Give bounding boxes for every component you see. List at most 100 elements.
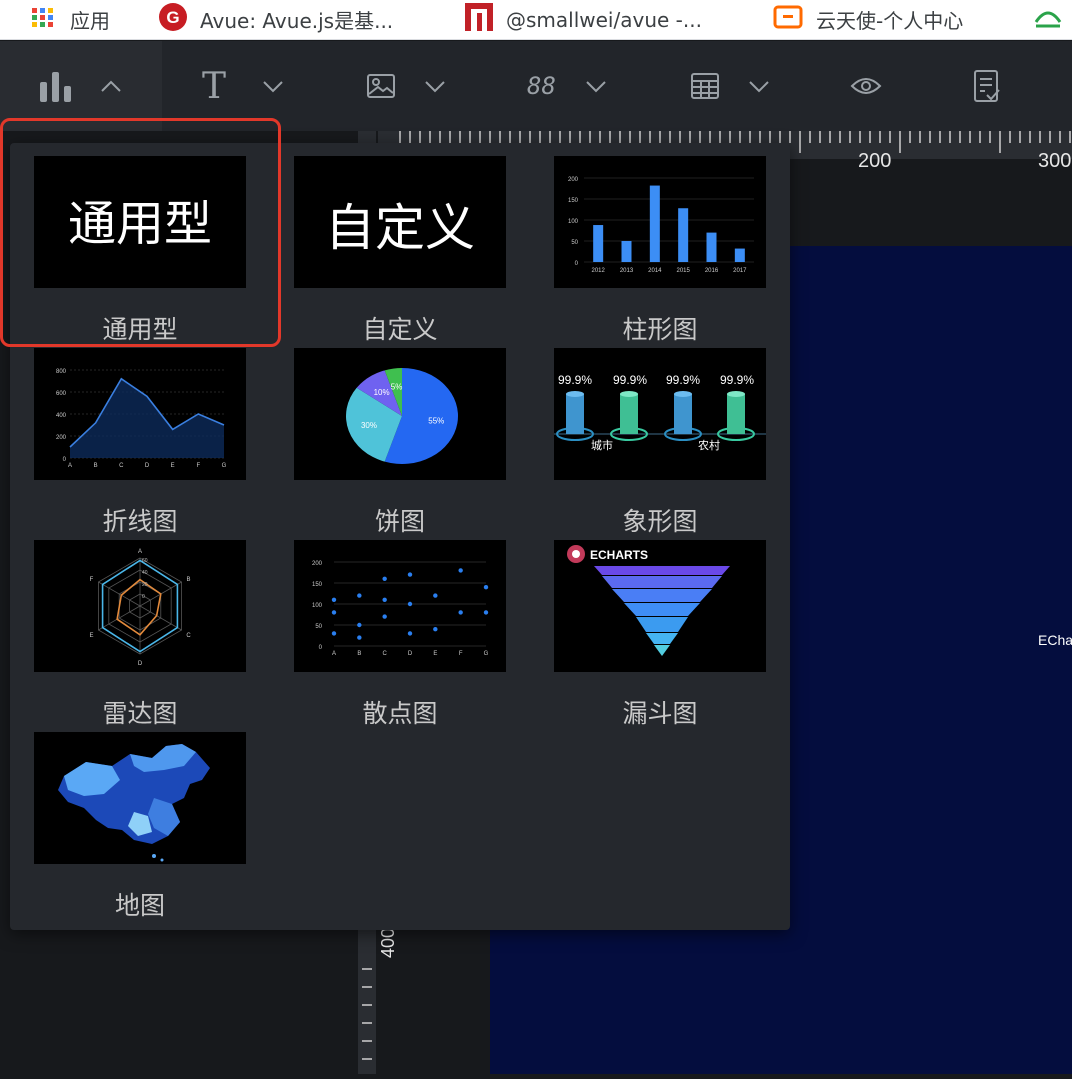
- pictorial-value: 99.9%: [613, 373, 647, 387]
- radar-axis-label: C: [186, 633, 191, 639]
- scatter-point: [483, 585, 489, 590]
- line-ytick: 600: [56, 391, 67, 397]
- bookmark-cloud[interactable]: 云天使-个人中心: [772, 0, 963, 39]
- scatter-ytick: 200: [312, 561, 323, 567]
- digital-tool[interactable]: 88: [527, 41, 607, 131]
- chart-type-label: 折线图: [102, 507, 178, 536]
- line-thumbnail: 800 600 400 200 0 A B C D E F G: [34, 348, 246, 480]
- bookmark-avue[interactable]: G Avue: Avue.js是基...: [158, 0, 393, 39]
- line-ytick: 400: [56, 413, 67, 419]
- bar-xtick: 2015: [676, 268, 690, 274]
- bar-xtick: 2016: [705, 268, 719, 274]
- ruler-h-label-300: 300: [1038, 150, 1072, 172]
- scatter-point: [407, 572, 413, 577]
- radar-series: [116, 578, 162, 636]
- bar-xtick: 2017: [733, 268, 747, 274]
- image-icon: [366, 73, 396, 99]
- custom-thumb-text: 自定义: [325, 199, 475, 257]
- scatter-thumbnail: 200 150 100 50 0 A B C D E F G: [294, 540, 506, 672]
- pie-thumbnail: 55% 30% 10% 5%: [294, 348, 506, 480]
- line-area: [70, 378, 224, 458]
- bar-thumb-chart: 200 150 100 50 0 2012 2013 2014 2015 2016 2017: [568, 177, 754, 274]
- line-xtick: B: [94, 463, 98, 469]
- chevron-down-icon[interactable]: [262, 79, 284, 93]
- scatter-point: [382, 597, 387, 602]
- bookmark-label: @smallwei/avue -...: [506, 7, 702, 32]
- radar-ring-label: 40: [142, 570, 148, 576]
- scatter-ytick: 0: [319, 645, 323, 651]
- map-thumb-chart: [58, 744, 210, 862]
- pie-label: 30%: [361, 421, 377, 430]
- chart-type-label: 自定义: [362, 315, 438, 344]
- chevron-down-icon[interactable]: [748, 79, 770, 93]
- scatter-ytick: 150: [312, 582, 323, 588]
- bar-ytick: 0: [575, 261, 579, 267]
- chart-type-custom[interactable]: 自定义 自定义: [294, 156, 506, 348]
- bookmark-apps[interactable]: 应用: [30, 0, 110, 39]
- radar-axis-label: E: [89, 633, 93, 639]
- scatter-point: [382, 576, 387, 581]
- radar-axis-label: B: [186, 577, 190, 583]
- scatter-point: [483, 610, 489, 615]
- scatter-point: [357, 635, 362, 640]
- chart-type-funnel[interactable]: ECHARTS 漏斗图: [554, 540, 766, 732]
- line-ytick: 800: [56, 369, 67, 375]
- scatter-point: [407, 601, 413, 607]
- scatter-point: [407, 631, 413, 636]
- pictorial-value: 99.9%: [666, 373, 700, 387]
- bar-ytick: 200: [568, 177, 579, 183]
- bookmark-label: 应用: [70, 9, 110, 33]
- chart-type-label: 象形图: [622, 507, 698, 536]
- bar-mark: [621, 241, 632, 262]
- bookmark-extra[interactable]: [1032, 0, 1072, 39]
- svg-text:G: G: [166, 8, 179, 27]
- save-tool[interactable]: [972, 41, 1002, 131]
- line-xtick: C: [119, 463, 124, 469]
- chart-type-map[interactable]: 地图: [34, 732, 246, 924]
- chevron-up-icon[interactable]: [100, 79, 122, 93]
- chart-type-label: 饼图: [374, 507, 425, 536]
- table-tool[interactable]: [690, 41, 770, 131]
- chart-type-bar[interactable]: 200 150 100 50 0 2012 2013 2014 2015 2016 2017 柱形图: [554, 156, 766, 348]
- chart-type-label: 漏斗图: [622, 699, 698, 728]
- map-thumbnail: [34, 732, 246, 864]
- bar-xtick: 2012: [591, 268, 605, 274]
- scatter-xtick: C: [382, 651, 387, 657]
- selected-item-highlight: [0, 118, 281, 347]
- bar-mark: [706, 232, 717, 262]
- text-icon: T: [202, 65, 227, 107]
- pictorial-value: 99.9%: [720, 373, 754, 387]
- chart-type-pictorial[interactable]: 99.9% 99.9% 99.9% 99.9% 城市 农村 象形图: [554, 348, 766, 540]
- ruler-v-label-400: 400: [378, 927, 398, 958]
- bar-xtick: 2013: [620, 268, 634, 274]
- funnel-thumb-chart: ECHARTS: [567, 545, 730, 656]
- preview-tool[interactable]: [850, 41, 882, 131]
- radar-ring-label: 60: [142, 558, 148, 564]
- scatter-point: [331, 610, 337, 615]
- bar-chart-icon: [38, 68, 74, 104]
- bookmarks-bar: 应用 G Avue: Avue.js是基... @smallwei/avue -…: [0, 0, 1072, 40]
- radar-axis-label: F: [90, 577, 94, 583]
- bookmark-npm[interactable]: @smallwei/avue -...: [464, 0, 702, 39]
- chart-type-radar[interactable]: A B C D E F 60 40 20 0 雷达图: [34, 540, 246, 732]
- eye-icon: [850, 75, 882, 97]
- scatter-point: [331, 631, 337, 636]
- chart-type-line[interactable]: 800 600 400 200 0 A B C D E F G 折线图: [34, 348, 246, 540]
- chevron-down-icon[interactable]: [585, 79, 607, 93]
- bar-mark: [649, 185, 660, 262]
- ruler-h-label-200: 200: [858, 150, 892, 172]
- scatter-point: [382, 614, 387, 619]
- scatter-xtick: D: [408, 651, 413, 657]
- chart-type-pie[interactable]: 55% 30% 10% 5% 饼图: [294, 348, 506, 540]
- npm-icon: [464, 2, 494, 37]
- scatter-xtick: E: [433, 651, 437, 657]
- chevron-down-icon[interactable]: [424, 79, 446, 93]
- radar-ring-label: 20: [142, 582, 148, 588]
- image-tool[interactable]: [366, 41, 446, 131]
- scatter-xtick: G: [484, 651, 489, 657]
- scatter-ytick: 50: [315, 624, 322, 630]
- chart-type-scatter[interactable]: 200 150 100 50 0 A B C D E F G 散点图: [294, 540, 506, 732]
- line-xtick: A: [68, 463, 72, 469]
- pictorial-label: 农村: [698, 438, 720, 452]
- bar-ytick: 50: [571, 240, 578, 246]
